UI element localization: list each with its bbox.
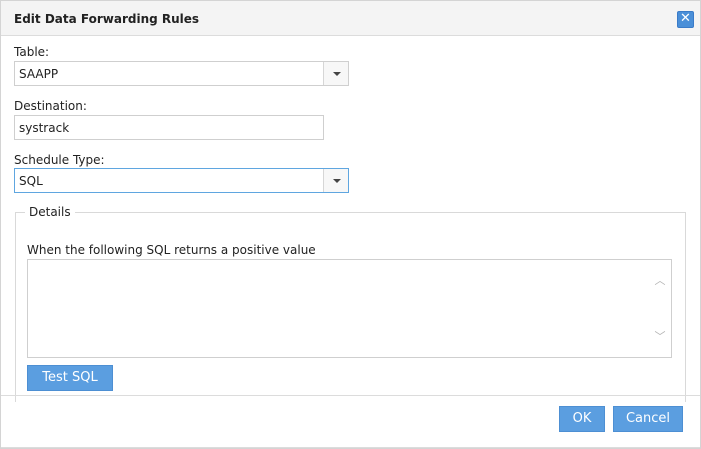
chevron-up-icon[interactable]: ︿ (653, 274, 667, 288)
table-label: Table: (14, 45, 50, 59)
details-legend: Details (25, 205, 75, 219)
close-icon: ✕ (680, 11, 691, 26)
dialog-titlebar: Edit Data Forwarding Rules ✕ (1, 1, 700, 36)
dialog-title: Edit Data Forwarding Rules (14, 12, 200, 26)
sql-scrollbar[interactable]: ︿ ﹀ (649, 260, 671, 357)
destination-label: Destination: (14, 99, 87, 113)
edit-data-forwarding-dialog: Edit Data Forwarding Rules ✕ Table: SAAP… (0, 0, 701, 449)
cancel-button[interactable]: Cancel (613, 406, 683, 432)
schedule-type-label: Schedule Type: (14, 153, 105, 167)
test-sql-button[interactable]: Test SQL (27, 365, 113, 391)
destination-input[interactable] (14, 115, 324, 140)
table-select-value: SAAPP (19, 67, 59, 81)
ok-button[interactable]: OK (559, 406, 605, 432)
schedule-type-select-value: SQL (19, 174, 43, 188)
bottom-divider (1, 447, 700, 448)
close-button[interactable]: ✕ (677, 11, 694, 28)
sql-textarea[interactable] (28, 260, 648, 357)
footer-divider (1, 395, 700, 396)
table-select[interactable]: SAAPP (14, 61, 349, 86)
sql-label: When the following SQL returns a positiv… (27, 243, 316, 257)
chevron-down-icon[interactable] (323, 62, 348, 85)
sql-textarea-wrap: ︿ ﹀ (27, 259, 672, 358)
schedule-type-select[interactable]: SQL (14, 168, 349, 193)
chevron-down-icon[interactable]: ﹀ (653, 330, 667, 344)
chevron-down-icon[interactable] (323, 169, 348, 192)
